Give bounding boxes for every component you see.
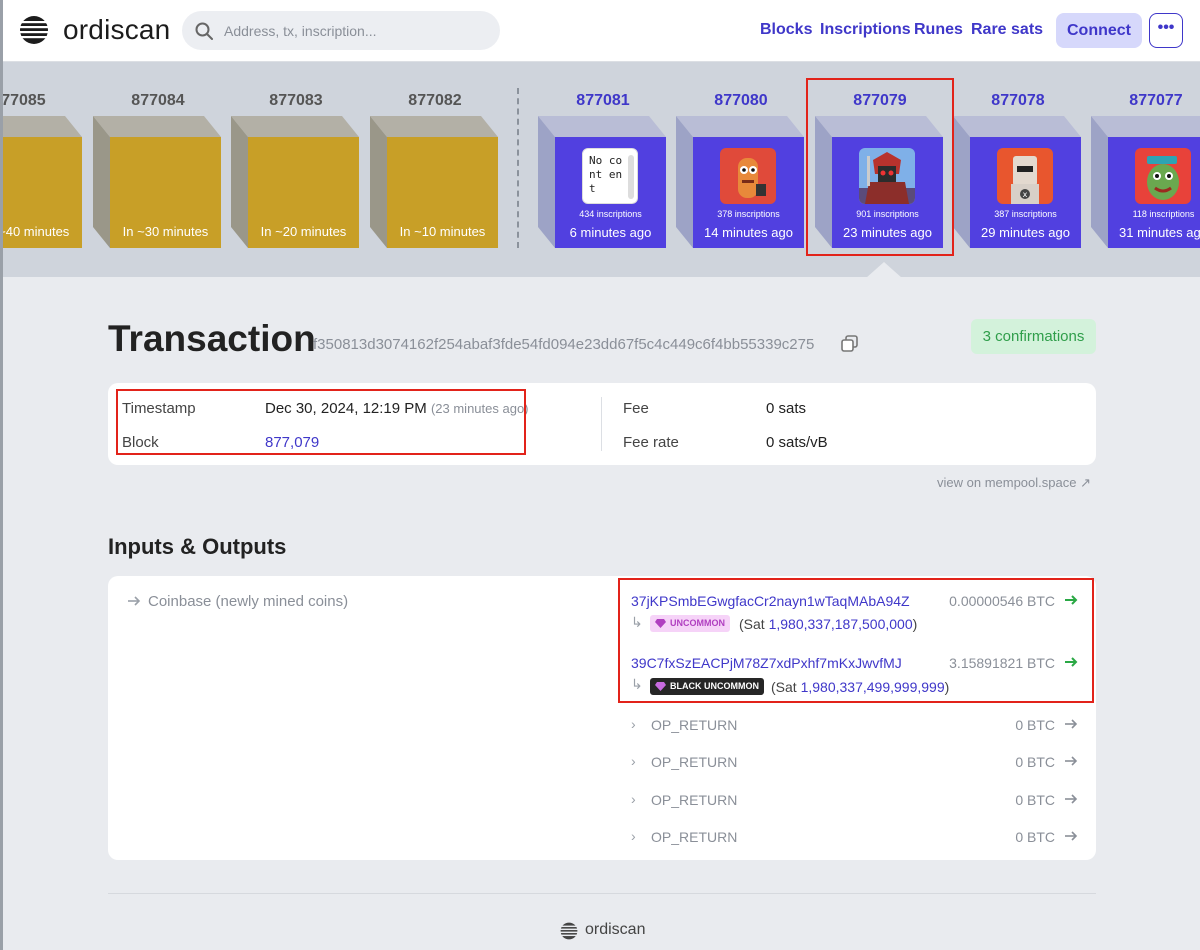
svg-text:x: x xyxy=(1023,190,1028,199)
inscription-count: 378 inscriptions xyxy=(717,209,780,219)
block-strip: 877085 In ~40 minutes 877084 In ~30 minu… xyxy=(0,62,1200,277)
mined-block[interactable]: 877081 No cont ent 434 inscriptions 6 mi… xyxy=(538,62,668,277)
info-divider xyxy=(601,397,602,451)
op-return-output[interactable]: OP_RETURN xyxy=(651,717,737,733)
future-block[interactable]: 877084 In ~30 minutes xyxy=(93,62,223,277)
nav-rare-sats[interactable]: Rare sats xyxy=(971,21,1043,39)
logo-text[interactable]: ordiscan xyxy=(63,14,170,46)
chevron-right-icon[interactable]: › xyxy=(631,716,636,732)
block-age: 29 minutes ago xyxy=(981,225,1070,240)
window-left-edge xyxy=(0,0,3,950)
block-number: 877081 xyxy=(576,92,630,109)
outputs-highlight xyxy=(618,578,1094,703)
block-number: 877080 xyxy=(714,92,768,109)
nav-blocks[interactable]: Blocks xyxy=(760,21,812,39)
future-block[interactable]: 877082 In ~10 minutes xyxy=(370,62,500,277)
inscription-thumbnail[interactable] xyxy=(1135,148,1191,204)
block-number: 877077 xyxy=(1129,92,1183,109)
thumbnail-scrollbar xyxy=(628,155,634,199)
chevron-right-icon[interactable]: › xyxy=(631,828,636,844)
thumbnail-text: No cont ent xyxy=(589,154,623,195)
footer-divider xyxy=(108,893,1096,894)
confirmations-badge: 3 confirmations xyxy=(971,319,1096,354)
block-eta: In ~10 minutes xyxy=(399,224,486,239)
mined-block[interactable]: 877077 118 inscriptions 31 minutes ago xyxy=(1091,62,1200,277)
op-return-output[interactable]: OP_RETURN xyxy=(651,829,737,845)
inscription-thumbnail[interactable] xyxy=(720,148,776,204)
more-menu-button[interactable]: ••• xyxy=(1149,13,1183,48)
nav-inscriptions[interactable]: Inscriptions xyxy=(820,21,911,39)
page-title: Transaction xyxy=(108,318,316,359)
chevron-right-icon[interactable]: › xyxy=(631,753,636,769)
selected-block-highlight xyxy=(806,78,954,256)
arrow-right-icon xyxy=(128,596,141,606)
nav-runes[interactable]: Runes xyxy=(914,21,963,39)
block-age: 31 minutes ago xyxy=(1119,225,1200,240)
mined-block[interactable]: 877080 378 inscriptions 14 minutes ago xyxy=(676,62,806,277)
transaction-hash: f350813d3074162f254abaf3fde54fd094e23dd6… xyxy=(313,336,815,353)
op-return-amount: 0 BTC xyxy=(1015,829,1055,845)
coinbase-input: Coinbase (newly mined coins) xyxy=(148,593,349,610)
ordiscan-logo-icon[interactable] xyxy=(560,922,578,940)
fee-label: Fee xyxy=(623,400,649,417)
future-block[interactable]: 877083 In ~20 minutes xyxy=(231,62,361,277)
mempool-divider xyxy=(517,88,519,248)
op-return-amount: 0 BTC xyxy=(1015,754,1055,770)
block-number: 877082 xyxy=(408,92,462,109)
connect-button[interactable]: Connect xyxy=(1056,13,1142,48)
mempool-link[interactable]: view on mempool.space ↗ xyxy=(937,475,1091,491)
block-eta: In ~40 minutes xyxy=(0,224,70,239)
block-age: 6 minutes ago xyxy=(569,225,652,240)
arrow-right-icon[interactable] xyxy=(1064,792,1078,806)
mined-block[interactable]: 877078 x 387 inscriptions 29 minutes ago xyxy=(953,62,1083,277)
timestamp-block-highlight xyxy=(116,389,526,455)
inputs-outputs-heading: Inputs & Outputs xyxy=(108,534,287,559)
inscription-thumbnail[interactable]: No cont ent xyxy=(582,148,638,204)
footer-logo-text[interactable]: ordiscan xyxy=(585,921,645,939)
inscription-count: 434 inscriptions xyxy=(579,209,642,219)
arrow-right-icon[interactable] xyxy=(1064,717,1078,731)
block-age: 14 minutes ago xyxy=(704,225,793,240)
op-return-output[interactable]: OP_RETURN xyxy=(651,792,737,808)
selected-block-pointer xyxy=(866,262,902,278)
arrow-right-icon[interactable] xyxy=(1064,829,1078,843)
inscription-thumbnail[interactable]: x xyxy=(997,148,1053,204)
arrow-right-icon[interactable] xyxy=(1064,754,1078,768)
search-input[interactable] xyxy=(224,11,494,50)
search-icon xyxy=(195,22,213,40)
ordiscan-logo-icon[interactable] xyxy=(19,15,49,45)
inscription-count: 118 inscriptions xyxy=(1132,209,1195,219)
op-return-output[interactable]: OP_RETURN xyxy=(651,754,737,770)
block-number: 877078 xyxy=(991,92,1045,109)
fee-value: 0 sats xyxy=(766,400,807,417)
top-header: ordiscan Blocks Inscriptions Runes Rare … xyxy=(0,0,1200,62)
copy-icon[interactable] xyxy=(841,335,859,353)
block-number: 877085 xyxy=(0,92,46,109)
future-block[interactable]: 877085 In ~40 minutes xyxy=(0,62,84,277)
chevron-right-icon[interactable]: › xyxy=(631,791,636,807)
block-eta: In ~30 minutes xyxy=(122,224,209,239)
fee-rate-label: Fee rate xyxy=(623,434,679,451)
op-return-amount: 0 BTC xyxy=(1015,792,1055,808)
block-number: 877083 xyxy=(269,92,323,109)
block-number: 877084 xyxy=(131,92,185,109)
fee-rate-value: 0 sats/vB xyxy=(766,434,828,451)
inscription-count: 387 inscriptions xyxy=(994,209,1057,219)
op-return-amount: 0 BTC xyxy=(1015,717,1055,733)
block-eta: In ~20 minutes xyxy=(260,224,347,239)
